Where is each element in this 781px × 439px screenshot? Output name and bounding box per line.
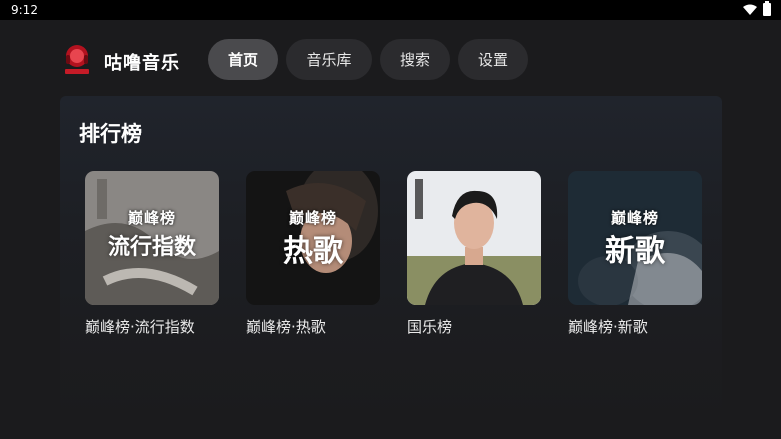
section-title: 排行榜 — [79, 122, 142, 146]
cover-title: 新歌 — [605, 234, 665, 269]
cover-title: 热歌 — [283, 234, 343, 269]
chart-card-popular-index[interactable]: 巅峰榜 流行指数 巅峰榜·流行指数 — [85, 171, 219, 337]
chart-cover[interactable] — [407, 171, 541, 305]
chart-card-label: 国乐榜 — [407, 318, 453, 336]
tab-search[interactable]: 搜索 — [380, 39, 450, 80]
chart-cover[interactable]: 巅峰榜 热歌 — [246, 171, 380, 305]
chart-card-label: 巅峰榜·流行指数 — [85, 318, 195, 336]
chart-cover[interactable]: 巅峰榜 流行指数 — [85, 171, 219, 305]
cover-title: 流行指数 — [107, 235, 196, 260]
cover-brand: 巅峰榜 — [127, 209, 176, 227]
chart-card-label: 巅峰榜·新歌 — [568, 318, 648, 336]
wifi-icon — [743, 4, 757, 15]
status-icons — [743, 1, 771, 16]
battery-icon — [763, 1, 771, 16]
tab-settings[interactable]: 设置 — [458, 39, 528, 80]
main-nav: 首页 音乐库 搜索 设置 — [208, 39, 528, 80]
status-time: 9:12 — [11, 3, 38, 17]
chart-card-guoyue[interactable]: 国乐榜 — [407, 171, 541, 337]
tab-home[interactable]: 首页 — [208, 39, 278, 80]
chart-card-hot-songs[interactable]: 巅峰榜 热歌 巅峰榜·热歌 — [246, 171, 380, 337]
status-bar: 9:12 — [0, 0, 781, 20]
chart-card-new-songs[interactable]: 巅峰榜 新歌 巅峰榜·新歌 — [568, 171, 702, 337]
app-logo-icon — [65, 45, 89, 74]
cover-image — [407, 171, 541, 305]
chart-cover[interactable]: 巅峰榜 新歌 — [568, 171, 702, 305]
cover-brand: 巅峰榜 — [610, 209, 659, 227]
cover-brand: 巅峰榜 — [288, 209, 337, 227]
tab-library[interactable]: 音乐库 — [286, 39, 372, 80]
chart-card-label: 巅峰榜·热歌 — [246, 318, 326, 336]
app-title: 咕噜音乐 — [104, 53, 180, 74]
